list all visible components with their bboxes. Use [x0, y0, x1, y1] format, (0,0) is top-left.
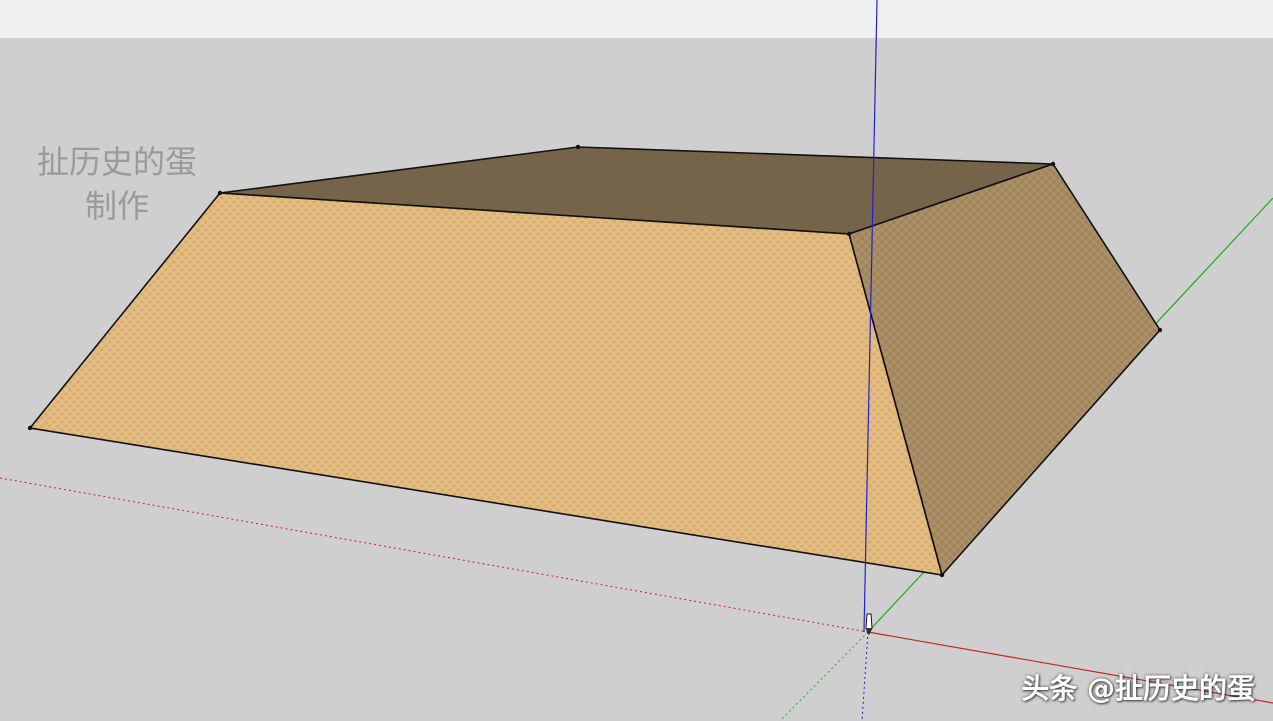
blue-axis-dotted: [861, 631, 869, 721]
credit-line-1: 扯历史的蛋: [36, 143, 197, 181]
model-front-face[interactable]: [28, 192, 944, 576]
watermark-label: 头条 @扯历史的蛋: [1021, 672, 1255, 705]
credit-line-2: 制作: [84, 187, 149, 225]
model-scene[interactable]: [0, 0, 1273, 721]
green-axis-dotted: [779, 631, 869, 721]
credit-label: 扯历史的蛋 制作: [22, 140, 212, 228]
pencil-cursor-icon: [865, 613, 873, 636]
sketchup-viewport[interactable]: 扯历史的蛋 制作 头条 @扯历史的蛋: [0, 0, 1273, 721]
